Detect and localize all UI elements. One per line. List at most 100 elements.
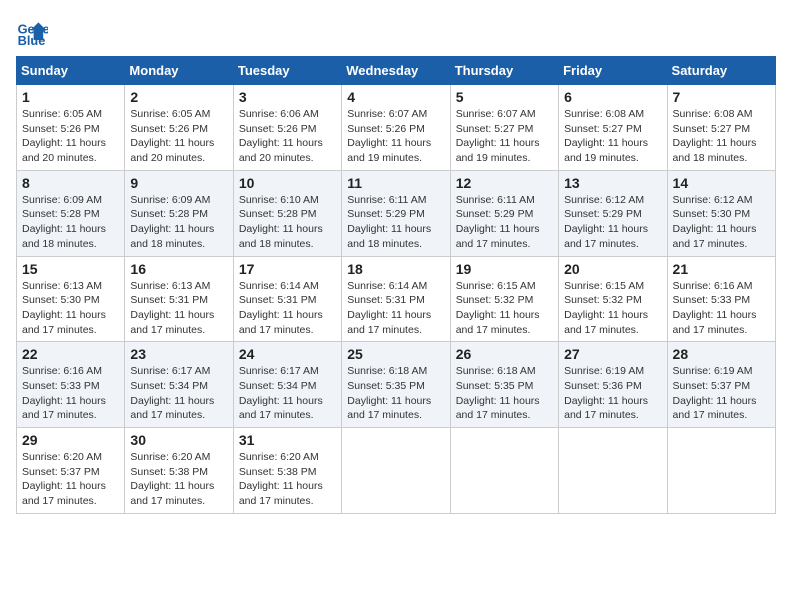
day-info: Sunrise: 6:14 AM Sunset: 5:31 PM Dayligh… xyxy=(239,279,336,338)
day-info: Sunrise: 6:05 AM Sunset: 5:26 PM Dayligh… xyxy=(22,107,119,166)
day-info: Sunrise: 6:17 AM Sunset: 5:34 PM Dayligh… xyxy=(130,364,227,423)
calendar-cell xyxy=(342,428,450,514)
calendar-header-row: SundayMondayTuesdayWednesdayThursdayFrid… xyxy=(17,57,776,85)
day-info: Sunrise: 6:05 AM Sunset: 5:26 PM Dayligh… xyxy=(130,107,227,166)
calendar-cell: 16 Sunrise: 6:13 AM Sunset: 5:31 PM Dayli… xyxy=(125,256,233,342)
day-number: 29 xyxy=(22,432,119,448)
calendar-cell: 5 Sunrise: 6:07 AM Sunset: 5:27 PM Daylig… xyxy=(450,85,558,171)
logo-icon: General Blue xyxy=(16,16,48,48)
calendar-cell: 30 Sunrise: 6:20 AM Sunset: 5:38 PM Dayli… xyxy=(125,428,233,514)
day-number: 30 xyxy=(130,432,227,448)
day-number: 12 xyxy=(456,175,553,191)
day-number: 6 xyxy=(564,89,661,105)
calendar-cell: 24Sunrise: 6:17 AM Sunset: 5:34 PM Dayli… xyxy=(233,342,341,428)
day-info: Sunrise: 6:07 AM Sunset: 5:27 PM Dayligh… xyxy=(456,107,553,166)
calendar-cell: 12 Sunrise: 6:11 AM Sunset: 5:29 PM Dayli… xyxy=(450,170,558,256)
day-number: 26 xyxy=(456,346,553,362)
calendar-cell: 14 Sunrise: 6:12 AM Sunset: 5:30 PM Dayli… xyxy=(667,170,775,256)
day-info: Sunrise: 6:13 AM Sunset: 5:31 PM Dayligh… xyxy=(130,279,227,338)
day-number: 15 xyxy=(22,261,119,277)
day-info: Sunrise: 6:14 AM Sunset: 5:31 PM Dayligh… xyxy=(347,279,444,338)
weekday-header-monday: Monday xyxy=(125,57,233,85)
day-number: 23 xyxy=(130,346,227,362)
day-info: Sunrise: 6:20 AM Sunset: 5:38 PM Dayligh… xyxy=(239,450,336,509)
day-number: 4 xyxy=(347,89,444,105)
calendar-cell: 19 Sunrise: 6:15 AM Sunset: 5:32 PM Dayli… xyxy=(450,256,558,342)
calendar-table: SundayMondayTuesdayWednesdayThursdayFrid… xyxy=(16,56,776,514)
calendar-cell: 29 Sunrise: 6:20 AM Sunset: 5:37 PM Dayli… xyxy=(17,428,125,514)
day-number: 25 xyxy=(347,346,444,362)
calendar-week-row: 8Sunrise: 6:09 AM Sunset: 5:28 PM Daylig… xyxy=(17,170,776,256)
day-info: Sunrise: 6:13 AM Sunset: 5:30 PM Dayligh… xyxy=(22,279,119,338)
day-info: Sunrise: 6:11 AM Sunset: 5:29 PM Dayligh… xyxy=(456,193,553,252)
calendar-cell: 1 Sunrise: 6:05 AM Sunset: 5:26 PM Daylig… xyxy=(17,85,125,171)
calendar-week-row: 15 Sunrise: 6:13 AM Sunset: 5:30 PM Dayli… xyxy=(17,256,776,342)
day-info: Sunrise: 6:12 AM Sunset: 5:30 PM Dayligh… xyxy=(673,193,770,252)
calendar-cell: 3 Sunrise: 6:06 AM Sunset: 5:26 PM Daylig… xyxy=(233,85,341,171)
day-info: Sunrise: 6:15 AM Sunset: 5:32 PM Dayligh… xyxy=(564,279,661,338)
calendar-cell: 15 Sunrise: 6:13 AM Sunset: 5:30 PM Dayli… xyxy=(17,256,125,342)
weekday-header-thursday: Thursday xyxy=(450,57,558,85)
day-number: 22 xyxy=(22,346,119,362)
day-number: 28 xyxy=(673,346,770,362)
day-number: 19 xyxy=(456,261,553,277)
day-number: 1 xyxy=(22,89,119,105)
calendar-cell: 27Sunrise: 6:19 AM Sunset: 5:36 PM Dayli… xyxy=(559,342,667,428)
calendar-cell: 9 Sunrise: 6:09 AM Sunset: 5:28 PM Daylig… xyxy=(125,170,233,256)
calendar-week-row: 1 Sunrise: 6:05 AM Sunset: 5:26 PM Daylig… xyxy=(17,85,776,171)
weekday-header-tuesday: Tuesday xyxy=(233,57,341,85)
calendar-cell: 10 Sunrise: 6:10 AM Sunset: 5:28 PM Dayli… xyxy=(233,170,341,256)
day-info: Sunrise: 6:19 AM Sunset: 5:37 PM Dayligh… xyxy=(673,364,770,423)
day-number: 17 xyxy=(239,261,336,277)
day-info: Sunrise: 6:08 AM Sunset: 5:27 PM Dayligh… xyxy=(673,107,770,166)
day-number: 14 xyxy=(673,175,770,191)
day-number: 5 xyxy=(456,89,553,105)
calendar-cell: 20 Sunrise: 6:15 AM Sunset: 5:32 PM Dayli… xyxy=(559,256,667,342)
day-number: 20 xyxy=(564,261,661,277)
calendar-cell xyxy=(559,428,667,514)
calendar-cell xyxy=(667,428,775,514)
day-number: 16 xyxy=(130,261,227,277)
calendar-cell: 13 Sunrise: 6:12 AM Sunset: 5:29 PM Dayli… xyxy=(559,170,667,256)
day-number: 11 xyxy=(347,175,444,191)
day-info: Sunrise: 6:16 AM Sunset: 5:33 PM Dayligh… xyxy=(673,279,770,338)
day-number: 18 xyxy=(347,261,444,277)
calendar-cell: 25Sunrise: 6:18 AM Sunset: 5:35 PM Dayli… xyxy=(342,342,450,428)
day-info: Sunrise: 6:12 AM Sunset: 5:29 PM Dayligh… xyxy=(564,193,661,252)
calendar-cell: 18 Sunrise: 6:14 AM Sunset: 5:31 PM Dayli… xyxy=(342,256,450,342)
day-info: Sunrise: 6:18 AM Sunset: 5:35 PM Dayligh… xyxy=(456,364,553,423)
day-number: 24 xyxy=(239,346,336,362)
day-number: 2 xyxy=(130,89,227,105)
calendar-cell: 31Sunrise: 6:20 AM Sunset: 5:38 PM Dayli… xyxy=(233,428,341,514)
calendar-cell: 22 Sunrise: 6:16 AM Sunset: 5:33 PM Dayli… xyxy=(17,342,125,428)
calendar-cell: 23 Sunrise: 6:17 AM Sunset: 5:34 PM Dayli… xyxy=(125,342,233,428)
page-header: General Blue xyxy=(16,16,776,48)
day-number: 13 xyxy=(564,175,661,191)
day-info: Sunrise: 6:20 AM Sunset: 5:38 PM Dayligh… xyxy=(130,450,227,509)
calendar-cell: 26 Sunrise: 6:18 AM Sunset: 5:35 PM Dayli… xyxy=(450,342,558,428)
day-info: Sunrise: 6:09 AM Sunset: 5:28 PM Dayligh… xyxy=(22,193,119,252)
calendar-cell: 4Sunrise: 6:07 AM Sunset: 5:26 PM Daylig… xyxy=(342,85,450,171)
day-info: Sunrise: 6:20 AM Sunset: 5:37 PM Dayligh… xyxy=(22,450,119,509)
day-number: 3 xyxy=(239,89,336,105)
day-number: 9 xyxy=(130,175,227,191)
day-number: 7 xyxy=(673,89,770,105)
day-info: Sunrise: 6:10 AM Sunset: 5:28 PM Dayligh… xyxy=(239,193,336,252)
day-info: Sunrise: 6:19 AM Sunset: 5:36 PM Dayligh… xyxy=(564,364,661,423)
calendar-cell: 17 Sunrise: 6:14 AM Sunset: 5:31 PM Dayli… xyxy=(233,256,341,342)
calendar-cell: 7 Sunrise: 6:08 AM Sunset: 5:27 PM Daylig… xyxy=(667,85,775,171)
weekday-header-wednesday: Wednesday xyxy=(342,57,450,85)
logo: General Blue xyxy=(16,16,54,48)
day-info: Sunrise: 6:09 AM Sunset: 5:28 PM Dayligh… xyxy=(130,193,227,252)
weekday-header-saturday: Saturday xyxy=(667,57,775,85)
calendar-cell: 11 Sunrise: 6:11 AM Sunset: 5:29 PM Dayli… xyxy=(342,170,450,256)
calendar-week-row: 29 Sunrise: 6:20 AM Sunset: 5:37 PM Dayli… xyxy=(17,428,776,514)
day-info: Sunrise: 6:06 AM Sunset: 5:26 PM Dayligh… xyxy=(239,107,336,166)
day-number: 10 xyxy=(239,175,336,191)
day-info: Sunrise: 6:15 AM Sunset: 5:32 PM Dayligh… xyxy=(456,279,553,338)
calendar-cell: 21Sunrise: 6:16 AM Sunset: 5:33 PM Dayli… xyxy=(667,256,775,342)
day-info: Sunrise: 6:11 AM Sunset: 5:29 PM Dayligh… xyxy=(347,193,444,252)
calendar-cell: 6Sunrise: 6:08 AM Sunset: 5:27 PM Daylig… xyxy=(559,85,667,171)
day-info: Sunrise: 6:16 AM Sunset: 5:33 PM Dayligh… xyxy=(22,364,119,423)
calendar-cell xyxy=(450,428,558,514)
